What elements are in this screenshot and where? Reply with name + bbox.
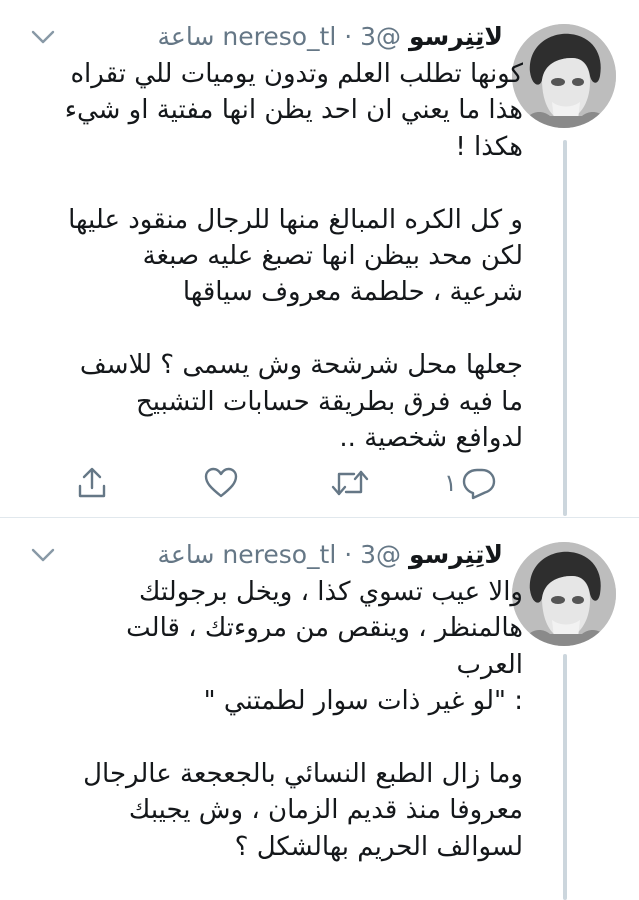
chevron-down-icon <box>31 30 55 44</box>
avatar-photo-icon <box>512 24 616 128</box>
tweet-line: جعلها محل شرشحة وش يسمى ؟ للاسف <box>79 350 523 381</box>
tweet-actions: ١ <box>0 465 639 505</box>
tweet-line: كونها تطلب العلم وتدون يوميات للي تقراه <box>70 59 523 89</box>
like-button[interactable] <box>203 465 239 501</box>
tweet-line: ما فيه فرق بطريقة حسابات التشبيح <box>135 386 523 417</box>
tweet-2[interactable]: لاتِنِرسو @nereso_tl · 3 ساعة والا عيب ت… <box>0 518 639 900</box>
tweet-line: لسوالف الحريم بهالشكل ؟ <box>234 831 523 862</box>
tweet-menu-button[interactable] <box>30 28 56 46</box>
tweet-1[interactable]: لاتِنِرسو @nereso_tl · 3 ساعة كونها تطلب… <box>0 0 639 517</box>
retweet-button[interactable] <box>330 465 370 501</box>
heart-icon <box>204 467 238 498</box>
tweet-line: والا عيب تسوي كذا ، ويخل برجولتك <box>139 577 523 607</box>
tweet-header: لاتِنِرسو @nereso_tl · 3 ساعة <box>158 22 503 52</box>
tweet-header: لاتِنِرسو @nereso_tl · 3 ساعة <box>158 540 503 570</box>
tweet-line: هكذا ! <box>455 131 523 162</box>
tweet-line: العرب <box>456 649 523 680</box>
retweet-icon <box>331 470 369 496</box>
reply-button[interactable]: ١ <box>444 465 497 501</box>
tweet-line: لكن محد بيظن انها تصبغ عليه صبغة <box>142 241 523 272</box>
share-button[interactable] <box>76 465 108 501</box>
tweet-line: : "لو غير ذات سوار لطمتني " <box>203 686 523 717</box>
meta-separator: · <box>336 22 361 51</box>
tweet-line: لدوافع شخصية .. <box>339 423 523 454</box>
tweet-text: كونها تطلب العلم وتدون يوميات للي تقراه … <box>33 56 523 456</box>
reply-icon <box>462 468 496 500</box>
tweet-line: هذا ما يعني ان احد يظن انها مفتية او شيء <box>64 95 523 126</box>
tweet-menu-button[interactable] <box>30 546 56 564</box>
author-name[interactable]: لاتِنِرسو <box>409 22 503 51</box>
tweet-text: والا عيب تسوي كذا ، ويخل برجولتك هالمنظر… <box>33 574 523 865</box>
tweet-line: و كل الكره المبالغ منها للرجال منقود علي… <box>68 204 523 235</box>
share-icon <box>78 467 106 498</box>
tweet-line <box>33 720 523 756</box>
meta-separator: · <box>336 540 361 569</box>
tweet-line: معروفا منذ قديم الزمان ، وش يجيبك <box>128 795 523 826</box>
avatar[interactable] <box>512 24 616 128</box>
tweet-line <box>33 311 523 347</box>
tweet-line: وما زال الطبع النسائي بالجعجعة عالرجال <box>83 759 523 790</box>
avatar-photo-icon <box>512 542 616 646</box>
avatar[interactable] <box>512 542 616 646</box>
tweet-line <box>33 165 523 201</box>
chevron-down-icon <box>31 548 55 562</box>
author-name[interactable]: لاتِنِرسو <box>409 540 503 569</box>
tweet-line: شرعية ، حلطمة معروف سياقها <box>182 277 523 308</box>
tweet-line: هالمنظر ، وينقص من مروءتك ، قالت <box>126 613 523 644</box>
reply-count: ١ <box>444 469 457 497</box>
